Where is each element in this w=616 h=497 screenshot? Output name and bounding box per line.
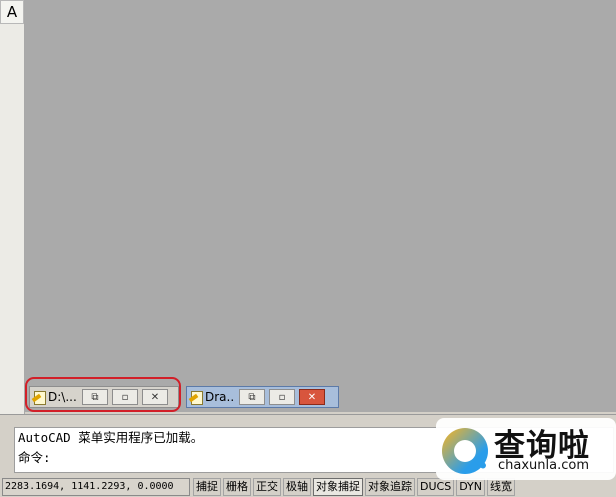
- close-button[interactable]: ✕: [299, 389, 325, 405]
- toggle-grid[interactable]: 栅格: [223, 478, 251, 496]
- toggle-snap[interactable]: 捕捉: [193, 478, 221, 496]
- window-title: Dra...: [205, 390, 235, 404]
- minimized-drawing-window-2[interactable]: Dra... ⧉ ▫ ✕: [186, 386, 339, 408]
- toggle-ducs[interactable]: DUCS: [417, 478, 455, 496]
- restore-icon: ⧉: [248, 391, 256, 403]
- maximize-icon: ▫: [278, 391, 286, 403]
- toggle-object-snap[interactable]: 对象捕捉: [313, 478, 363, 496]
- watermark: 查询啦 chaxunla.com: [436, 418, 616, 480]
- toggle-object-track[interactable]: 对象追踪: [365, 478, 415, 496]
- maximize-button[interactable]: ▫: [269, 389, 295, 405]
- toggle-polar[interactable]: 极轴: [283, 478, 311, 496]
- highlight-annotation: [25, 377, 181, 412]
- restore-button[interactable]: ⧉: [239, 389, 265, 405]
- close-icon: ✕: [307, 391, 317, 403]
- watermark-subtitle: chaxunla.com: [498, 458, 589, 473]
- drawing-workspace[interactable]: [25, 0, 616, 412]
- toggle-dyn[interactable]: DYN: [456, 478, 486, 496]
- text-tool-button[interactable]: A: [0, 0, 24, 24]
- status-bar: 2283.1694, 1141.2293, 0.0000 捕捉 栅格 正交 极轴…: [0, 477, 616, 497]
- toggle-ortho[interactable]: 正交: [253, 478, 281, 496]
- watermark-logo-icon: [442, 428, 488, 474]
- coordinate-readout: 2283.1694, 1141.2293, 0.0000: [2, 478, 190, 496]
- toggle-lineweight[interactable]: 线宽: [487, 478, 516, 496]
- left-toolbar: A: [0, 0, 25, 414]
- document-icon: [188, 390, 203, 405]
